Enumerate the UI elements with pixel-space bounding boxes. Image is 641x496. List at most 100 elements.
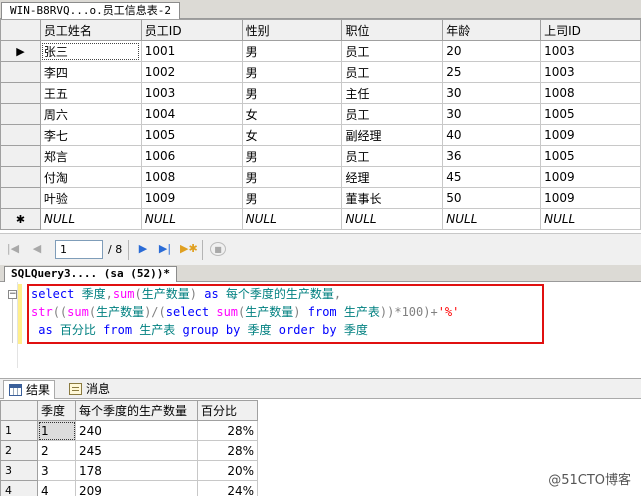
new-record-icon[interactable]: ▶✱ — [180, 242, 198, 256]
table-row[interactable]: 郑言 1006 男员工 36 1005 — [0, 145, 641, 167]
column-header[interactable]: 季度 — [37, 400, 76, 421]
sql-line-1[interactable]: select 季度,sum(生产数量) as 每个季度的生产数量, — [31, 286, 341, 302]
grid-cell[interactable]: 男 — [241, 166, 343, 188]
record-number-input[interactable] — [55, 240, 103, 259]
sql-line-2[interactable]: str((sum(生产数量)/(select sum(生产数量) from 生产… — [31, 304, 459, 320]
grid-cell[interactable]: 女 — [241, 103, 343, 125]
grid-cell[interactable]: 20 — [442, 40, 542, 62]
table-row[interactable]: ▶ 张三 1001 男员工 20 1003 — [0, 40, 641, 62]
grid-cell[interactable]: 45 — [442, 166, 542, 188]
column-header[interactable]: 上司ID — [540, 19, 641, 41]
grid-cell[interactable]: 1003 — [540, 61, 641, 83]
grid-cell[interactable]: NULL — [341, 208, 444, 230]
grid-cell[interactable]: 男 — [241, 145, 343, 167]
result-cell[interactable]: 20% — [197, 460, 258, 481]
grid-cell[interactable]: NULL — [140, 208, 243, 230]
row-header[interactable]: 3 — [0, 460, 38, 481]
grid-cell[interactable]: 1009 — [540, 124, 641, 146]
sql-line-3[interactable]: as 百分比 from 生产表 group by 季度 order by 季度 — [31, 322, 368, 338]
grid-cell[interactable]: 1003 — [540, 40, 641, 62]
grid-cell[interactable]: 王五 — [39, 82, 142, 104]
table-row[interactable]: 2 2 245 28% — [0, 440, 258, 461]
table-row[interactable]: 3 3 178 20% — [0, 460, 258, 481]
result-cell[interactable]: 4 — [37, 480, 76, 496]
grid-cell[interactable]: 员工 — [341, 103, 444, 125]
grid-cell[interactable]: 主任 — [341, 82, 444, 104]
result-cell[interactable]: 3 — [37, 460, 76, 481]
table-row[interactable]: 王五 1003 男主任 30 1008 — [0, 82, 641, 104]
grid-cell[interactable]: 1005 — [140, 124, 243, 146]
grid-cell[interactable]: 男 — [241, 61, 343, 83]
row-header[interactable]: 2 — [0, 440, 38, 461]
row-header[interactable] — [0, 124, 41, 146]
grid-cell[interactable]: 男 — [241, 82, 343, 104]
table-row[interactable]: ✱ NULL NULL NULL NULL NULL NULL — [0, 208, 641, 230]
column-header[interactable]: 员工姓名 — [39, 19, 142, 41]
result-cell[interactable]: 245 — [75, 440, 198, 461]
results-grid[interactable]: 季度 每个季度的生产数量 百分比 1 1 240 28% 2 2 245 28% 3 3 178 20… — [0, 400, 641, 496]
grid-cell[interactable]: 李四 — [39, 61, 142, 83]
last-record-icon[interactable]: ▶| — [158, 242, 172, 256]
collapse-icon[interactable]: − — [8, 290, 17, 299]
grid-cell[interactable]: 1005 — [540, 145, 641, 167]
previous-record-icon[interactable]: ◀ — [30, 242, 44, 256]
grid-cell[interactable]: NULL — [540, 208, 641, 230]
row-header[interactable] — [0, 61, 41, 83]
row-header[interactable]: ✱ — [0, 208, 41, 230]
row-header[interactable]: 1 — [0, 420, 38, 441]
grid-cell[interactable]: 员工 — [341, 40, 444, 62]
grid-cell[interactable]: 员工 — [341, 145, 444, 167]
tab-results[interactable]: 结果 — [3, 380, 56, 399]
table-row[interactable]: 李七 1005 女副经理 40 1009 — [0, 124, 641, 146]
table-row[interactable]: 周六 1004 女员工 30 1005 — [0, 103, 641, 125]
grid-cell[interactable]: 40 — [442, 124, 542, 146]
table-row[interactable]: 付淘 1008 男经理 45 1009 — [0, 166, 641, 188]
grid-cell[interactable]: 男 — [241, 187, 343, 209]
result-cell[interactable]: 209 — [75, 480, 198, 496]
column-header[interactable]: 职位 — [341, 19, 444, 41]
grid-cell[interactable]: NULL — [442, 208, 542, 230]
grid-cell[interactable]: 36 — [442, 145, 542, 167]
next-record-icon[interactable]: ▶ — [136, 242, 150, 256]
grid-cell[interactable]: 董事长 — [341, 187, 444, 209]
corner-cell[interactable] — [0, 400, 38, 421]
column-header[interactable]: 性别 — [241, 19, 343, 41]
column-header[interactable]: 百分比 — [197, 400, 258, 421]
result-cell[interactable]: 28% — [197, 420, 258, 441]
table-row[interactable]: 1 1 240 28% — [0, 420, 258, 441]
grid-cell[interactable]: 1006 — [140, 145, 243, 167]
grid-cell[interactable]: 50 — [442, 187, 542, 209]
sql-editor[interactable]: − select 季度,sum(生产数量) as 每个季度的生产数量, str(… — [0, 282, 641, 368]
grid-cell[interactable]: 郑言 — [39, 145, 142, 167]
column-header[interactable]: 每个季度的生产数量 — [75, 400, 198, 421]
grid-cell[interactable]: 25 — [442, 61, 542, 83]
grid-cell[interactable]: 1009 — [540, 166, 641, 188]
grid-cell[interactable]: 副经理 — [341, 124, 444, 146]
grid-cell[interactable]: 30 — [442, 103, 542, 125]
row-header[interactable] — [0, 187, 41, 209]
grid-cell[interactable]: 1009 — [540, 187, 641, 209]
result-cell[interactable]: 2 — [37, 440, 76, 461]
result-cell[interactable]: 240 — [75, 420, 198, 441]
grid-cell[interactable]: 张三 — [39, 40, 142, 62]
table-row[interactable]: 4 4 209 24% — [0, 480, 258, 496]
grid-cell[interactable]: 1004 — [140, 103, 243, 125]
grid-cell[interactable]: 1009 — [140, 187, 243, 209]
result-cell[interactable]: 1 — [37, 420, 76, 441]
grid-cell[interactable]: 30 — [442, 82, 542, 104]
document-tab[interactable]: WIN-B8RVQ...o.员工信息表-2 — [1, 2, 180, 19]
grid-cell[interactable]: 1002 — [140, 61, 243, 83]
result-cell[interactable]: 24% — [197, 480, 258, 496]
table-data-grid[interactable]: 员工姓名 员工ID 性别 职位 年龄 上司ID ▶ 张三 1001 男员工 20 1003… — [0, 19, 641, 233]
row-header[interactable]: ▶ — [0, 40, 41, 62]
grid-cell[interactable]: 员工 — [341, 61, 444, 83]
first-record-icon[interactable]: |◀ — [6, 242, 20, 256]
grid-cell[interactable]: 付淘 — [39, 166, 142, 188]
grid-cell[interactable]: 女 — [241, 124, 343, 146]
corner-cell[interactable] — [0, 19, 41, 41]
grid-cell[interactable]: 叶验 — [39, 187, 142, 209]
grid-cell[interactable]: 男 — [241, 40, 343, 62]
grid-cell[interactable]: NULL — [241, 208, 343, 230]
query-tab[interactable]: SQLQuery3.... (sa (52))* — [4, 266, 177, 282]
row-header[interactable]: 4 — [0, 480, 38, 496]
